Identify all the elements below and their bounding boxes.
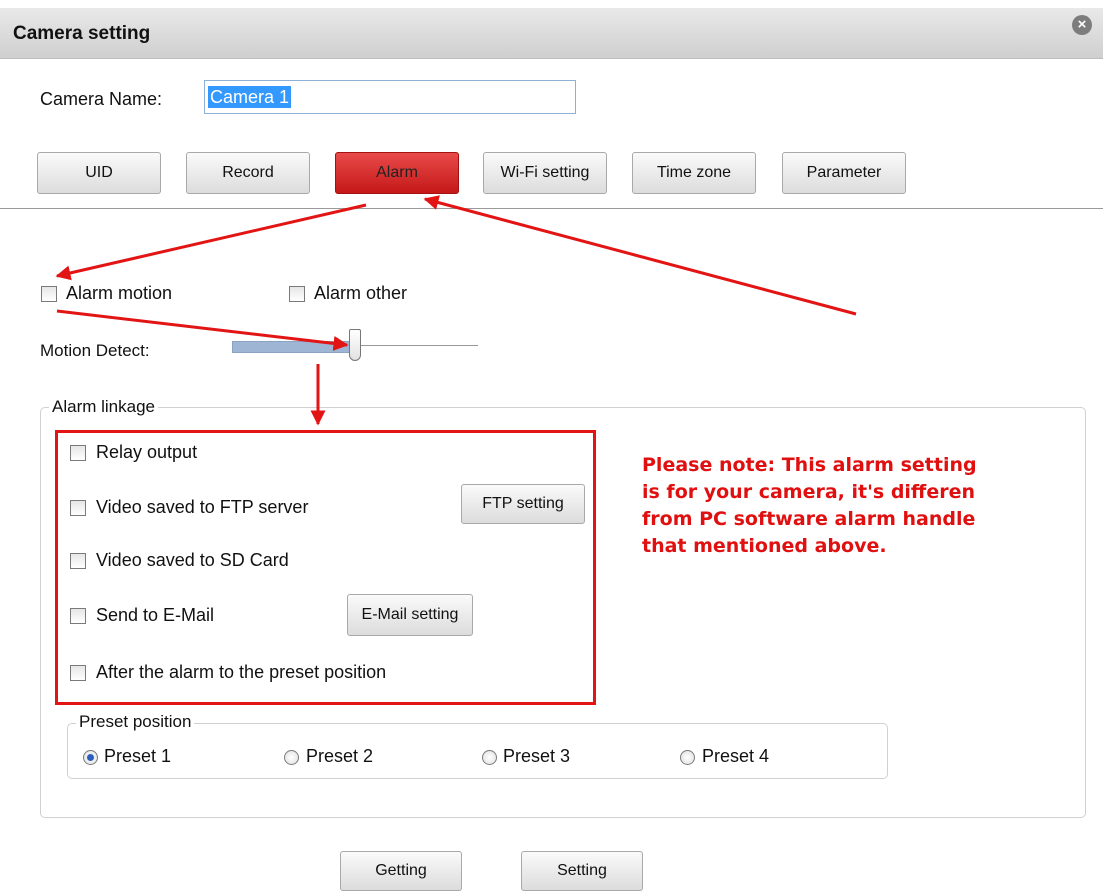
ftp-video-label: Video saved to FTP server (96, 497, 309, 517)
alarm-other-checkbox[interactable] (289, 286, 305, 302)
tab-divider (0, 208, 1103, 209)
annotation-note: Please note: This alarm setting is for y… (642, 452, 1082, 560)
note-line-3: from PC software alarm handle (642, 508, 976, 530)
tab-uid[interactable]: UID (37, 152, 161, 194)
close-icon[interactable]: × (1072, 15, 1092, 35)
preset-after-alarm-label: After the alarm to the preset position (96, 662, 387, 682)
title-bar: Camera setting × (0, 8, 1103, 59)
motion-detect-label: Motion Detect: (40, 341, 150, 360)
preset-position-legend: Preset position (76, 712, 195, 732)
tab-alarm[interactable]: Alarm (335, 152, 459, 194)
email-checkbox[interactable] (70, 608, 86, 624)
window-title: Camera setting (13, 23, 151, 44)
preset-3-label: Preset 3 (503, 746, 571, 766)
getting-button[interactable]: Getting (340, 851, 462, 891)
preset-4-radio[interactable] (680, 750, 695, 765)
sd-video-checkbox[interactable] (70, 553, 86, 569)
preset-3-radio[interactable] (482, 750, 497, 765)
tab-parameter[interactable]: Parameter (782, 152, 906, 194)
alarm-linkage-legend: Alarm linkage (49, 397, 158, 417)
alarm-motion-checkbox[interactable] (41, 286, 57, 302)
arrow-to-alarm-tab (423, 195, 857, 316)
note-line-1: Please note: This alarm setting (642, 454, 977, 476)
slider-fill (232, 341, 351, 353)
preset-4-label: Preset 4 (702, 746, 770, 766)
slider-thumb[interactable] (349, 329, 361, 361)
setting-button[interactable]: Setting (521, 851, 643, 891)
preset-after-alarm-checkbox[interactable] (70, 665, 86, 681)
preset-1-radio[interactable] (83, 750, 98, 765)
motion-detect-slider[interactable] (232, 329, 478, 361)
tab-record[interactable]: Record (186, 152, 310, 194)
relay-output-label: Relay output (96, 442, 198, 462)
camera-name-selection: Camera 1 (208, 86, 292, 108)
preset-2-label: Preset 2 (306, 746, 374, 766)
email-setting-button[interactable]: E-Mail setting (347, 594, 473, 636)
note-line-2: is for your camera, it's differen (642, 481, 975, 503)
relay-output-checkbox[interactable] (70, 445, 86, 461)
ftp-setting-button[interactable]: FTP setting (461, 484, 585, 524)
ftp-video-checkbox[interactable] (70, 500, 86, 516)
tab-wifi-setting[interactable]: Wi-Fi setting (483, 152, 607, 194)
alarm-other-label: Alarm other (314, 283, 408, 303)
tab-time-zone[interactable]: Time zone (632, 152, 756, 194)
preset-2-radio[interactable] (284, 750, 299, 765)
arrow-to-alarm-motion (55, 203, 367, 281)
preset-1-label: Preset 1 (104, 746, 172, 766)
sd-video-label: Video saved to SD Card (96, 550, 289, 570)
alarm-motion-label: Alarm motion (66, 283, 173, 303)
camera-name-label: Camera Name: (40, 89, 163, 109)
email-label: Send to E-Mail (96, 605, 215, 625)
note-line-4: that mentioned above. (642, 535, 887, 557)
